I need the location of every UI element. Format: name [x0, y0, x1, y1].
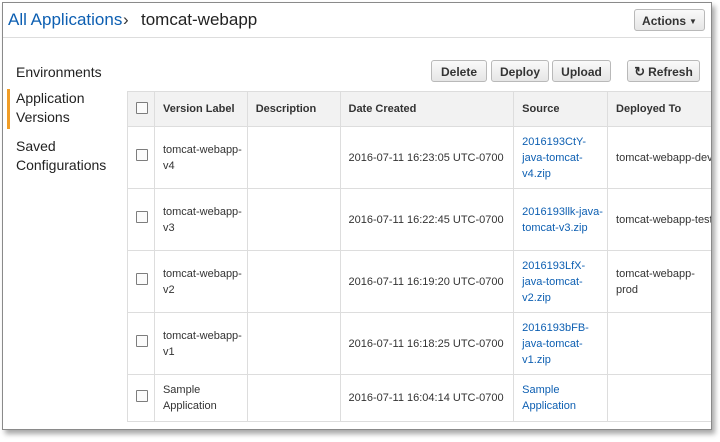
column-header-deployed-to[interactable]: Deployed To — [607, 91, 711, 127]
source-link[interactable]: Sample Application — [522, 384, 576, 412]
actions-button[interactable]: Actions ▼ — [634, 9, 705, 31]
version-label-cell: tomcat-webapp-v3 — [153, 188, 248, 251]
column-header-version-label[interactable]: Version Label — [153, 91, 248, 127]
version-label-cell: tomcat-webapp-v2 — [153, 250, 248, 313]
source-cell: 2016193LfX-java-tomcat-v2.zip — [513, 250, 609, 313]
versions-table: Version Label Description Date Created S… — [127, 91, 711, 422]
column-header-date-created[interactable]: Date Created — [339, 91, 515, 127]
sidebar-item-application-versions[interactable]: Application Versions — [3, 89, 134, 129]
source-cell: 2016193llk-java-tomcat-v3.zip — [513, 188, 609, 251]
sidebar-item-environments[interactable]: Environments — [3, 63, 134, 82]
column-header-description[interactable]: Description — [246, 91, 341, 127]
description-cell — [246, 312, 341, 375]
source-link[interactable]: 2016193LfX-java-tomcat-v2.zip — [522, 260, 585, 304]
date-created-cell: 2016-07-11 16:23:05 UTC-0700 — [339, 126, 515, 189]
row-select-cell — [127, 312, 155, 375]
row-checkbox[interactable] — [136, 389, 148, 402]
table-header-row: Version Label Description Date Created S… — [127, 91, 711, 127]
row-checkbox[interactable] — [136, 149, 148, 161]
row-select-cell — [127, 374, 155, 422]
refresh-icon: ↻ — [634, 64, 646, 79]
actions-label: Actions — [642, 14, 687, 28]
row-checkbox[interactable] — [136, 335, 148, 347]
description-cell — [246, 126, 341, 189]
select-all-cell — [127, 91, 155, 127]
date-created-cell: 2016-07-11 16:19:20 UTC-0700 — [339, 250, 515, 313]
upload-button[interactable]: Upload — [552, 60, 611, 82]
deployed-to-cell — [607, 312, 711, 375]
version-label-cell: tomcat-webapp-v1 — [153, 312, 248, 375]
sidebar-item-saved-configurations[interactable]: Saved Configurations — [3, 137, 134, 175]
page-header: All Applications › tomcat-webapp Actions… — [3, 3, 711, 38]
breadcrumb-separator: › — [123, 10, 129, 29]
date-created-cell: 2016-07-11 16:18:25 UTC-0700 — [339, 312, 515, 375]
description-cell — [246, 250, 341, 313]
page-title: tomcat-webapp — [141, 10, 258, 29]
source-cell: 2016193bFB-java-tomcat-v1.zip — [513, 312, 609, 375]
deploy-button[interactable]: Deploy — [491, 60, 549, 82]
description-cell — [246, 188, 341, 251]
source-cell: Sample Application — [513, 374, 609, 422]
source-link[interactable]: 2016193bFB-java-tomcat-v1.zip — [522, 322, 589, 366]
row-checkbox[interactable] — [136, 211, 148, 223]
deployed-to-cell: tomcat-webapp-prod — [607, 250, 711, 313]
active-indicator — [7, 89, 10, 129]
sidebar-item-label: Saved Configurations — [16, 138, 107, 173]
deployed-to-cell: tomcat-webapp-dev — [607, 126, 711, 189]
app-window: All Applications › tomcat-webapp Actions… — [2, 2, 712, 430]
breadcrumb-all-applications[interactable]: All Applications — [8, 10, 122, 30]
row-select-cell — [127, 188, 155, 251]
refresh-label: Refresh — [648, 65, 693, 79]
deployed-to-cell — [607, 374, 711, 422]
row-select-cell — [127, 250, 155, 313]
date-created-cell: 2016-07-11 16:04:14 UTC-0700 — [339, 374, 515, 422]
table-row: Sample Application 2016-07-11 16:04:14 U… — [127, 374, 711, 422]
version-label-cell: Sample Application — [153, 374, 248, 422]
source-cell: 2016193CtY-java-tomcat-v4.zip — [513, 126, 609, 189]
table-row: tomcat-webapp-v4 2016-07-11 16:23:05 UTC… — [127, 126, 711, 189]
column-header-source[interactable]: Source — [513, 91, 609, 127]
deployed-to-cell: tomcat-webapp-test — [607, 188, 711, 251]
version-label-cell: tomcat-webapp-v4 — [153, 126, 248, 189]
refresh-button[interactable]: ↻ Refresh — [627, 60, 700, 82]
description-cell — [246, 374, 341, 422]
row-checkbox[interactable] — [136, 273, 148, 285]
caret-down-icon: ▼ — [689, 16, 697, 26]
table-row: tomcat-webapp-v2 2016-07-11 16:19:20 UTC… — [127, 250, 711, 313]
select-all-checkbox[interactable] — [136, 101, 148, 114]
source-link[interactable]: 2016193llk-java-tomcat-v3.zip — [522, 206, 603, 234]
date-created-cell: 2016-07-11 16:22:45 UTC-0700 — [339, 188, 515, 251]
sidebar-item-label: Environments — [16, 64, 102, 80]
row-select-cell — [127, 126, 155, 189]
source-link[interactable]: 2016193CtY-java-tomcat-v4.zip — [522, 136, 586, 180]
sidebar-item-label: Application Versions — [16, 90, 85, 125]
table-row: tomcat-webapp-v1 2016-07-11 16:18:25 UTC… — [127, 312, 711, 375]
table-row: tomcat-webapp-v3 2016-07-11 16:22:45 UTC… — [127, 188, 711, 251]
delete-button[interactable]: Delete — [431, 60, 487, 82]
